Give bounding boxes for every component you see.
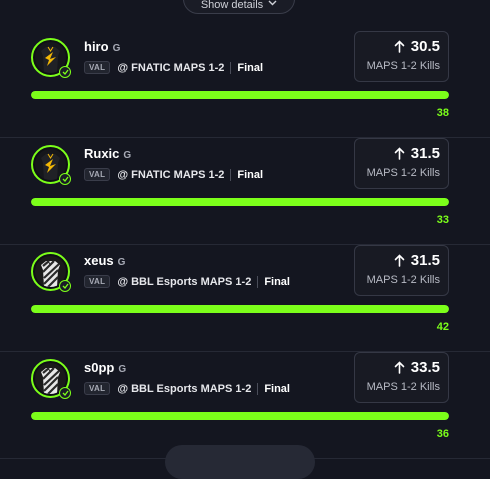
player-name-row: s0pp G (84, 360, 126, 375)
progress-fill (31, 412, 449, 420)
arrow-up-icon (394, 147, 405, 160)
player-position: G (123, 150, 132, 161)
game-tag-badge: VAL (84, 382, 111, 395)
projection-value: 30.5 (410, 38, 440, 55)
chevron-down-icon (268, 0, 277, 6)
projection-value: 31.5 (410, 145, 440, 162)
projection-value-row: 30.5 (394, 38, 440, 55)
progress-bar (31, 198, 449, 206)
game-tag-badge: VAL (84, 275, 111, 288)
player-card[interactable]: hiro G VAL @ FNATIC MAPS 1-2 Final 30.5 M… (0, 31, 490, 138)
player-position: G (118, 364, 127, 375)
player-name: s0pp (84, 360, 115, 375)
projection-value: 33.5 (410, 359, 440, 376)
check-icon (59, 66, 71, 78)
match-label: @ FNATIC MAPS 1-2 (117, 168, 225, 181)
projection-box[interactable]: 33.5 MAPS 1-2 Kills (354, 352, 449, 403)
show-details-label: Show details (200, 0, 264, 11)
arrow-up-icon (394, 254, 405, 267)
arrow-up-icon (394, 40, 405, 53)
progress-bar (31, 91, 449, 99)
progress-fill (31, 305, 449, 313)
match-status: Final (264, 382, 290, 395)
check-icon (59, 173, 71, 185)
divider (230, 168, 232, 181)
match-label: @ BBL Esports MAPS 1-2 (117, 382, 252, 395)
match-status: Final (237, 168, 264, 181)
check-icon (59, 280, 71, 292)
match-status: Final (264, 275, 290, 288)
progress-bar (31, 412, 449, 420)
divider (257, 382, 259, 395)
player-avatar (31, 145, 71, 185)
projection-stat: MAPS 1-2 Kills (366, 381, 440, 393)
stat-count: 36 (436, 428, 449, 440)
player-avatar (31, 38, 71, 78)
projection-stat: MAPS 1-2 Kills (366, 167, 440, 179)
projection-box[interactable]: 30.5 MAPS 1-2 Kills (354, 31, 449, 82)
player-card[interactable]: Ruxic G VAL @ FNATIC MAPS 1-2 Final 31.5 … (0, 138, 490, 245)
match-status: Final (237, 61, 264, 74)
projection-box[interactable]: 31.5 MAPS 1-2 Kills (354, 138, 449, 189)
match-info: VAL @ FNATIC MAPS 1-2 Final (84, 168, 263, 181)
player-name-row: Ruxic G (84, 146, 131, 161)
show-details-button[interactable]: Show details (183, 0, 295, 14)
projection-value-row: 31.5 (394, 252, 440, 269)
player-name: hiro (84, 39, 109, 54)
player-avatar (31, 359, 71, 399)
progress-fill (31, 198, 449, 206)
player-card[interactable]: xeus G VAL @ BBL Esports MAPS 1-2 Final 3… (0, 245, 490, 352)
player-position: G (117, 257, 126, 268)
progress-fill (31, 91, 449, 99)
projection-value: 31.5 (410, 252, 440, 269)
arrow-up-icon (394, 361, 405, 374)
projection-value-row: 33.5 (394, 359, 440, 376)
match-info: VAL @ FNATIC MAPS 1-2 Final (84, 61, 263, 74)
match-info: VAL @ BBL Esports MAPS 1-2 Final (84, 382, 290, 395)
projection-stat: MAPS 1-2 Kills (366, 60, 440, 72)
stat-count: 42 (436, 321, 449, 333)
match-label: @ FNATIC MAPS 1-2 (117, 61, 225, 74)
match-label: @ BBL Esports MAPS 1-2 (117, 275, 252, 288)
player-avatar (31, 252, 71, 292)
progress-bar (31, 305, 449, 313)
player-name-row: xeus G (84, 253, 125, 268)
game-tag-badge: VAL (84, 168, 111, 181)
player-name-row: hiro G (84, 39, 120, 54)
player-name: Ruxic (84, 146, 120, 161)
divider (230, 61, 232, 74)
projection-value-row: 31.5 (394, 145, 440, 162)
load-more-button[interactable] (165, 445, 315, 479)
player-card[interactable]: s0pp G VAL @ BBL Esports MAPS 1-2 Final 3… (0, 352, 490, 459)
player-position: G (112, 43, 121, 54)
projection-stat: MAPS 1-2 Kills (366, 274, 440, 286)
check-icon (59, 387, 71, 399)
player-name: xeus (84, 253, 114, 268)
game-tag-badge: VAL (84, 61, 111, 74)
projection-box[interactable]: 31.5 MAPS 1-2 Kills (354, 245, 449, 296)
match-info: VAL @ BBL Esports MAPS 1-2 Final (84, 275, 290, 288)
stat-count: 38 (436, 107, 449, 119)
divider (257, 275, 259, 288)
stat-count: 33 (436, 214, 449, 226)
